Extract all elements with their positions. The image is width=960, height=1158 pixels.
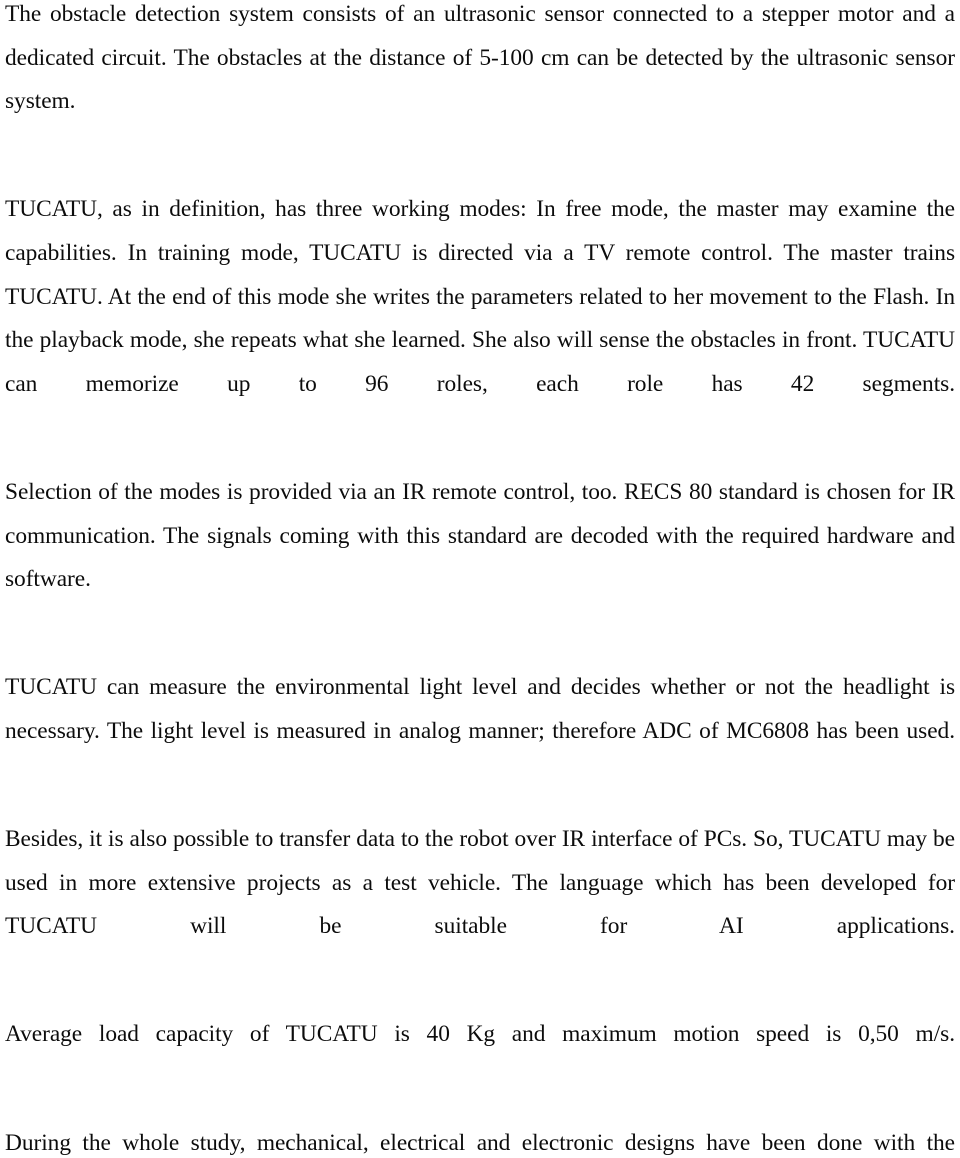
paragraph-study-summary: During the whole study, mechanical, elec… [5, 1129, 955, 1156]
document-page: The obstacle detection system consists o… [0, 0, 960, 1158]
document-text-body: The obstacle detection system consists o… [5, 0, 955, 1158]
paragraph-ir-remote-control: Selection of the modes is provided via a… [5, 478, 955, 593]
paragraph-working-modes: TUCATU, as in definition, has three work… [5, 196, 955, 397]
paragraph-load-capacity: Average load capacity of TUCATU is 40 Kg… [5, 1021, 955, 1048]
paragraph-obstacle-detection: The obstacle detection system consists o… [5, 1, 955, 115]
paragraph-data-transfer: Besides, it is also possible to transfer… [5, 826, 955, 940]
paragraph-light-level: TUCATU can measure the environmental lig… [5, 674, 955, 744]
